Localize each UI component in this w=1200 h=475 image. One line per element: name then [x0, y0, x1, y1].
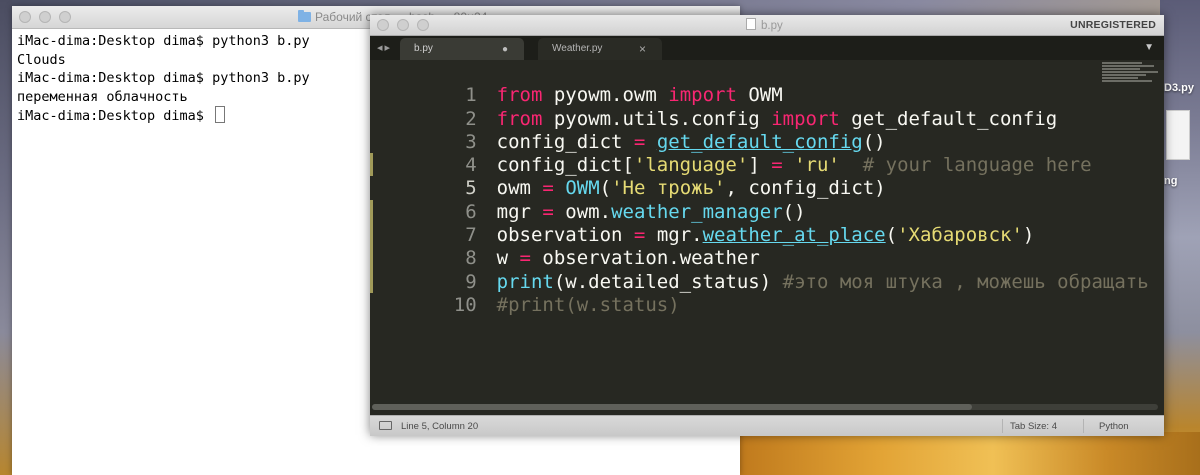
code-token: #print(w.status) [496, 293, 680, 316]
desktop-wallpaper-right [1160, 0, 1200, 475]
close-tab-icon[interactable]: × [639, 42, 646, 56]
code-line[interactable]: 10 #print(w.status) [370, 271, 680, 316]
status-bar: Line 5, Column 20 Tab Size: 4 Python [370, 415, 1164, 436]
code-line[interactable]: 8w = observation.weather [370, 224, 760, 269]
license-status: UNREGISTERED [1070, 19, 1156, 31]
tab-size-selector[interactable]: Tab Size: 4 [1010, 421, 1057, 432]
tab-weather-py[interactable]: Weather.py × [538, 38, 662, 60]
editor-title: b.py [746, 18, 783, 32]
terminal-prompt: iMac-dima:Desktop dima$ [17, 108, 213, 124]
code-line[interactable]: 2 from pyowm.utils.config import get_defa… [370, 84, 1057, 130]
code-line[interactable]: 3 config_dict = get_default_config() [370, 108, 885, 153]
tab-label: Weather.py [552, 43, 603, 54]
tab-b-py[interactable]: b.py ● [400, 38, 524, 60]
editor-titlebar[interactable]: b.py UNREGISTERED [370, 15, 1164, 36]
code-line[interactable]: 4 config_dict['language'] = 'ru' # your l… [370, 131, 1091, 176]
editor-window[interactable]: b.py UNREGISTERED ◂▸ b.py ● Weather.py ×… [370, 15, 1164, 436]
zoom-window-button[interactable] [59, 11, 71, 23]
code-line[interactable]: 7 observation = mgr.weather_at_place('Хаб… [370, 201, 1034, 246]
line-number: 10 [453, 293, 477, 316]
unsaved-dot-icon[interactable]: ● [502, 44, 508, 55]
horizontal-scrollbar[interactable] [372, 404, 1158, 410]
code-token: ( [885, 224, 898, 247]
code-line[interactable]: 1 from pyowm.owm import OWM [370, 61, 782, 106]
tab-dropdown-icon[interactable]: ▼ [1144, 42, 1154, 53]
minimize-window-button[interactable] [39, 11, 51, 23]
desktop-wallpaper-bottom [740, 432, 1200, 475]
code-line-current[interactable]: 5 owm = OWM('Не трожь', config_dict) [370, 154, 885, 199]
cursor-position: Line 5, Column 20 [401, 421, 479, 432]
code-token: ) [1022, 224, 1035, 247]
status-divider [1083, 419, 1084, 433]
desktop-file-icon[interactable] [1166, 110, 1190, 160]
tab-nav-arrows-icon[interactable]: ◂▸ [377, 41, 392, 54]
code-editor[interactable]: 1 from pyowm.owm import OWM 2 from pyowm.u… [370, 60, 1164, 415]
console-icon[interactable] [379, 421, 392, 430]
editor-minimize-button[interactable] [397, 19, 409, 31]
minimap[interactable] [1102, 62, 1160, 92]
text-cursor [215, 106, 226, 123]
scrollbar-thumb[interactable] [372, 404, 972, 410]
code-token: 'Хабаровск' [897, 224, 1023, 247]
close-window-button[interactable] [19, 11, 31, 23]
editor-title-text: b.py [761, 20, 783, 32]
desktop-wallpaper-left [0, 0, 12, 475]
desktop-file-label-2[interactable]: ng [1164, 175, 1177, 187]
code-line[interactable]: 9 print(w.detailed_status) #это моя штука… [370, 247, 1148, 293]
editor-close-button[interactable] [377, 19, 389, 31]
code-token: #это моя штука , можешь обращать [782, 270, 1149, 293]
tab-label: b.py [414, 43, 433, 54]
document-icon [746, 18, 756, 30]
editor-zoom-button[interactable] [417, 19, 429, 31]
code-line[interactable]: 6 mgr = owm.weather_manager() [370, 178, 805, 223]
desktop-file-label[interactable]: D3.py [1164, 82, 1194, 94]
status-divider [1002, 419, 1003, 433]
syntax-selector[interactable]: Python [1099, 421, 1129, 432]
folder-icon [298, 10, 311, 22]
tab-bar: ◂▸ b.py ● Weather.py × ▼ [370, 36, 1164, 60]
